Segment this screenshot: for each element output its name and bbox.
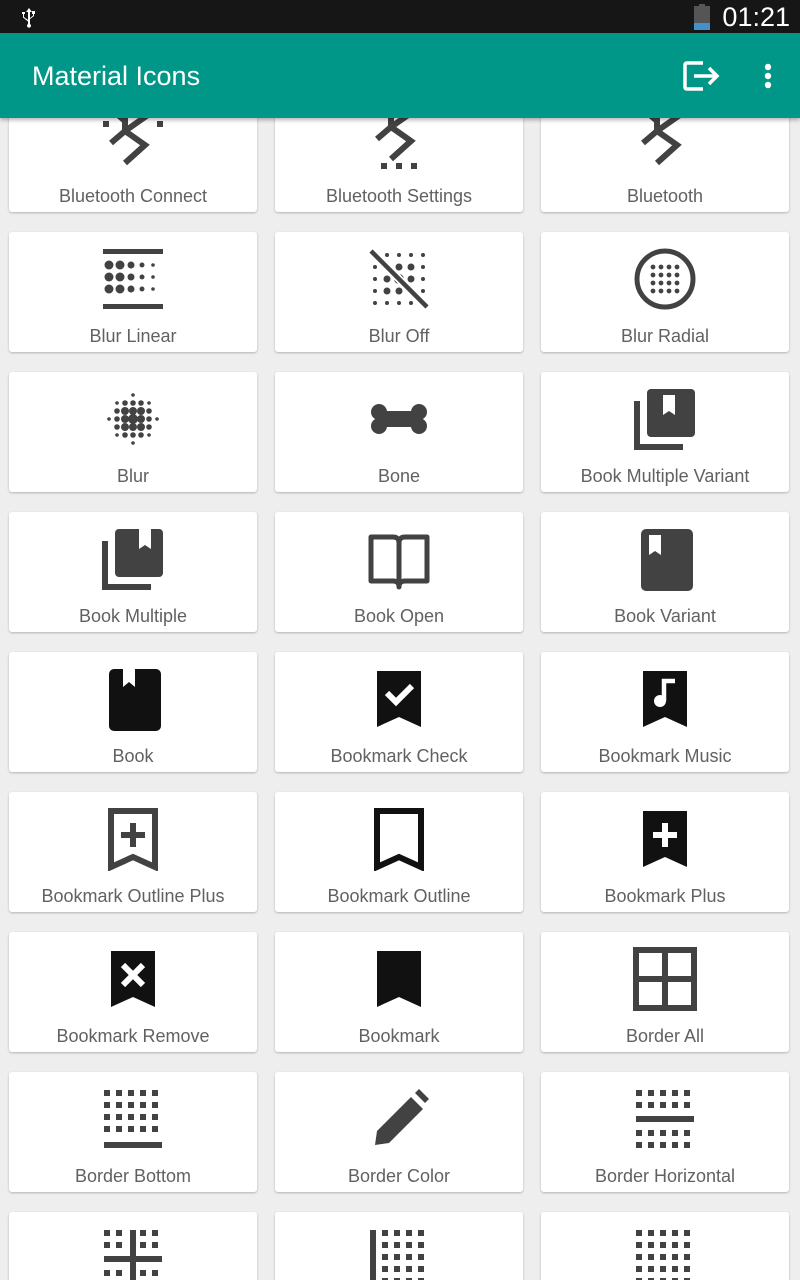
icon-card[interactable]: Book Multiple: [9, 512, 257, 632]
blur-linear-icon: [103, 249, 163, 309]
icon-card-label: Bookmark Outline Plus: [41, 886, 225, 906]
icon-grid[interactable]: Bluetooth Connect Bluetooth Settings Bluet…: [0, 118, 800, 1280]
icon-card-label: Bookmark Check: [330, 746, 468, 766]
icon-card[interactable]: Blur: [9, 372, 257, 492]
border-left-icon: [370, 1230, 424, 1280]
icon-card-label: Bluetooth Connect: [58, 186, 208, 206]
bookmark-music-icon: [643, 671, 687, 727]
icon-card[interactable]: Bone: [275, 372, 523, 492]
icon-card-label: Book Multiple Variant: [580, 466, 750, 486]
bookmark-outline-plus-icon: [108, 808, 158, 871]
icon-card-label: Book Variant: [614, 606, 716, 626]
app-title: Material Icons: [32, 61, 201, 91]
border-none-icon: [636, 1230, 690, 1280]
icon-card[interactable]: Bluetooth Settings: [275, 118, 523, 212]
more-vert-icon[interactable]: [752, 51, 784, 101]
icon-card-label: Bookmark Remove: [56, 1026, 210, 1046]
icon-card-label: Bluetooth: [626, 186, 704, 206]
bookmark-icon: [377, 951, 421, 1007]
icon-card-label: Border Horizontal: [594, 1166, 736, 1186]
icon-card-label: Border All: [625, 1026, 705, 1046]
blur-radial-icon: [634, 248, 696, 310]
icon-card[interactable]: Bookmark Outline: [275, 792, 523, 912]
status-bar: 01:21: [0, 0, 800, 33]
status-clock: 01:21: [722, 2, 790, 32]
bluetooth-settings-icon: [375, 118, 417, 169]
export-icon[interactable]: [676, 51, 728, 101]
icon-card-label: Bookmark Plus: [604, 886, 726, 906]
icon-card[interactable]: Blur Off: [275, 232, 523, 352]
border-all-icon: [633, 947, 697, 1011]
icon-card[interactable]: Book Variant: [541, 512, 789, 632]
border-horizontal-icon: [636, 1090, 694, 1148]
book-multiple-variant-icon: [634, 389, 695, 450]
icon-card[interactable]: Bookmark Check: [275, 652, 523, 772]
icon-card[interactable]: Border All: [541, 932, 789, 1052]
icon-card-label: Book Open: [353, 606, 445, 626]
icon-card[interactable]: Bookmark Music: [541, 652, 789, 772]
bone-icon: [371, 404, 427, 434]
icon-card[interactable]: [9, 1212, 257, 1280]
icon-card[interactable]: Blur Linear: [9, 232, 257, 352]
battery-icon: [694, 4, 710, 30]
app-bar: Material Icons: [0, 33, 800, 118]
icon-card[interactable]: Border Bottom: [9, 1072, 257, 1192]
book-icon: [109, 669, 161, 731]
icon-card-label: Bookmark Music: [598, 746, 732, 766]
icon-card[interactable]: Bookmark Plus: [541, 792, 789, 912]
border-inside-icon: [104, 1230, 162, 1280]
icon-card-label: Bookmark Outline: [327, 886, 471, 906]
icon-card[interactable]: Blur Radial: [541, 232, 789, 352]
icon-card-label: Blur Off: [368, 326, 430, 346]
usb-icon: [22, 8, 35, 28]
icon-card-label: Bone: [377, 466, 421, 486]
bookmark-remove-icon: [111, 951, 155, 1007]
icon-card-label: Blur Radial: [620, 326, 710, 346]
blur-off-icon: [368, 248, 430, 310]
icon-card[interactable]: Border Color: [275, 1072, 523, 1192]
book-multiple-icon: [102, 529, 163, 590]
book-variant-icon: [641, 529, 693, 591]
icon-card[interactable]: Bluetooth: [541, 118, 789, 212]
bluetooth-icon: [641, 118, 682, 166]
icon-card[interactable]: Bookmark: [275, 932, 523, 1052]
book-open-icon: [368, 534, 430, 590]
icon-card[interactable]: Bluetooth Connect: [9, 118, 257, 212]
icon-card[interactable]: Border Horizontal: [541, 1072, 789, 1192]
icon-card-label: Blur: [116, 466, 149, 486]
icon-card-label: Blur Linear: [89, 326, 177, 346]
icon-card-label: Bookmark: [358, 1026, 440, 1046]
icon-card-label: Border Color: [347, 1166, 451, 1186]
blur-icon: [107, 393, 159, 445]
icon-card[interactable]: Book Multiple Variant: [541, 372, 789, 492]
icon-card[interactable]: Book: [9, 652, 257, 772]
icon-card-label: Border Bottom: [74, 1166, 192, 1186]
bookmark-outline-icon: [374, 808, 424, 871]
icon-card[interactable]: Bookmark Remove: [9, 932, 257, 1052]
icon-card[interactable]: [275, 1212, 523, 1280]
icon-card-label: Book: [112, 746, 154, 766]
icon-card[interactable]: [541, 1212, 789, 1280]
bookmark-plus-icon: [643, 811, 687, 867]
border-color-icon: [375, 1089, 429, 1145]
icon-card-label: Bluetooth Settings: [325, 186, 473, 206]
icon-card[interactable]: Book Open: [275, 512, 523, 632]
border-bottom-icon: [104, 1090, 162, 1148]
bookmark-check-icon: [377, 671, 421, 727]
bluetooth-connect-icon: [103, 118, 163, 166]
icon-card-label: Book Multiple: [78, 606, 188, 626]
icon-card[interactable]: Bookmark Outline Plus: [9, 792, 257, 912]
